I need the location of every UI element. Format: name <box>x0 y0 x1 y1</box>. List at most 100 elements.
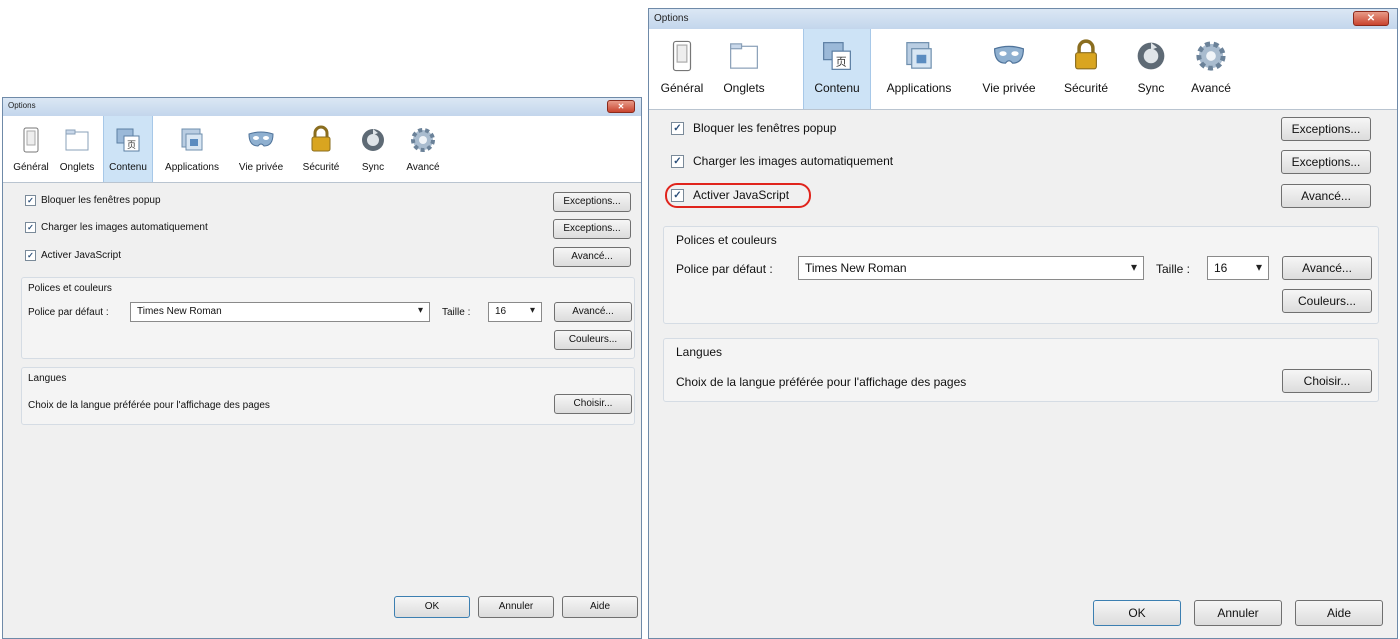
javascript-advanced-button[interactable]: Avancé... <box>553 247 631 267</box>
tab-vie-privee[interactable]: Vie privée <box>231 116 291 182</box>
tabs-icon <box>730 43 758 69</box>
default-font-label: Police par défaut : <box>676 262 773 276</box>
size-label: Taille : <box>1156 262 1191 276</box>
chevron-down-icon: ▾ <box>1130 260 1137 274</box>
images-exceptions-button[interactable]: Exceptions... <box>553 219 631 239</box>
images-label: Charger les images automatiquement <box>693 154 894 168</box>
row-popup: ✓ Bloquer les fenêtres popup Exceptions.… <box>3 192 641 212</box>
tab-sync[interactable]: Sync <box>1127 29 1175 109</box>
font-size-select[interactable]: 16 ▾ <box>488 302 542 322</box>
fonts-colors-group: Polices et couleurs Police par défaut : … <box>663 226 1379 324</box>
window-title: Options <box>8 101 36 110</box>
pane-toolbar: Général Onglets 页 Contenu Applications V… <box>3 116 641 183</box>
row-popup: ✓ Bloquer les fenêtres popup Exceptions.… <box>649 117 1397 141</box>
choose-language-button[interactable]: Choisir... <box>1282 369 1372 393</box>
chevron-down-icon: ▾ <box>529 305 535 316</box>
colors-button[interactable]: Couleurs... <box>1282 289 1372 313</box>
privacy-mask-icon <box>248 131 274 147</box>
tabs-icon <box>65 129 89 151</box>
fonts-advanced-button[interactable]: Avancé... <box>554 302 632 322</box>
tab-general[interactable]: Général <box>9 116 53 182</box>
languages-group: Langues Choix de la langue préférée pour… <box>21 367 635 425</box>
applications-icon <box>906 42 932 69</box>
cancel-button[interactable]: Annuler <box>1194 600 1282 626</box>
font-size-select[interactable]: 16 ▾ <box>1207 256 1269 280</box>
help-button[interactable]: Aide <box>1295 600 1383 626</box>
title-bar: Options ✕ <box>3 98 641 116</box>
popup-checkbox[interactable]: ✓ <box>671 122 684 135</box>
row-images: ✓ Charger les images automatiquement Exc… <box>3 219 641 239</box>
javascript-label: Activer JavaScript <box>41 250 122 261</box>
default-font-select[interactable]: Times New Roman ▾ <box>798 256 1144 280</box>
content-icon: 页 <box>116 128 140 152</box>
tab-vie-privee[interactable]: Vie privée <box>971 29 1047 109</box>
javascript-advanced-button[interactable]: Avancé... <box>1281 184 1371 208</box>
tab-avance[interactable]: Avancé <box>399 116 447 182</box>
images-exceptions-button[interactable]: Exceptions... <box>1281 150 1371 174</box>
popup-label: Bloquer les fenêtres popup <box>693 121 837 135</box>
popup-exceptions-button[interactable]: Exceptions... <box>1281 117 1371 141</box>
images-checkbox[interactable]: ✓ <box>25 222 36 233</box>
popup-checkbox[interactable]: ✓ <box>25 195 36 206</box>
content-pane: ✓ Bloquer les fenêtres popup Exceptions.… <box>3 183 641 638</box>
languages-description: Choix de la langue préférée pour l'affic… <box>28 400 270 411</box>
sync-icon <box>362 129 384 151</box>
general-icon <box>672 40 692 72</box>
content-icon: 页 <box>823 42 851 70</box>
languages-group: Langues Choix de la langue préférée pour… <box>663 338 1379 402</box>
gear-icon <box>1196 41 1226 71</box>
fonts-group-title: Polices et couleurs <box>676 233 777 247</box>
tab-applications[interactable]: Applications <box>873 29 965 109</box>
tab-avance[interactable]: Avancé <box>1181 29 1241 109</box>
security-lock-icon <box>1075 39 1097 70</box>
sync-icon <box>1137 42 1165 70</box>
close-button[interactable]: ✕ <box>1353 11 1389 26</box>
svg-text:页: 页 <box>836 57 847 69</box>
title-bar: Options ✕ <box>649 9 1397 29</box>
row-javascript: ✓ Activer JavaScript Avancé... <box>649 183 1397 208</box>
security-lock-icon <box>311 125 331 152</box>
tab-securite[interactable]: Sécurité <box>295 116 347 182</box>
row-images: ✓ Charger les images automatiquement Exc… <box>649 150 1397 174</box>
ok-button[interactable]: OK <box>394 596 470 618</box>
popup-label: Bloquer les fenêtres popup <box>41 195 161 206</box>
content-pane: ✓ Bloquer les fenêtres popup Exceptions.… <box>649 110 1397 638</box>
chevron-down-icon: ▾ <box>417 305 423 316</box>
javascript-checkbox[interactable]: ✓ <box>671 189 684 202</box>
pane-toolbar: Général Onglets 页 Contenu Applications V… <box>649 29 1397 110</box>
choose-language-button[interactable]: Choisir... <box>554 394 632 414</box>
images-label: Charger les images automatiquement <box>41 222 208 233</box>
popup-exceptions-button[interactable]: Exceptions... <box>553 192 631 212</box>
tab-general[interactable]: Général <box>653 29 711 109</box>
help-button[interactable]: Aide <box>562 596 638 618</box>
tab-onglets[interactable]: Onglets <box>713 29 775 109</box>
ok-button[interactable]: OK <box>1093 600 1181 626</box>
chevron-down-icon: ▾ <box>1255 260 1262 274</box>
languages-description: Choix de la langue préférée pour l'affic… <box>676 375 967 389</box>
tab-contenu[interactable]: 页 Contenu <box>103 116 153 182</box>
fonts-advanced-button[interactable]: Avancé... <box>1282 256 1372 280</box>
privacy-mask-icon <box>993 45 1025 64</box>
fonts-colors-group: Polices et couleurs Police par défaut : … <box>21 277 635 359</box>
default-font-label: Police par défaut : <box>28 307 109 318</box>
tab-sync[interactable]: Sync <box>351 116 395 182</box>
javascript-label: Activer JavaScript <box>693 188 790 202</box>
gear-icon <box>411 128 435 152</box>
tab-securite[interactable]: Sécurité <box>1053 29 1119 109</box>
window-title: Options <box>654 13 689 24</box>
images-checkbox[interactable]: ✓ <box>671 155 684 168</box>
options-window-small: Options ✕ Général Onglets 页 Contenu Appl… <box>2 97 642 639</box>
tab-applications[interactable]: Applications <box>157 116 227 182</box>
general-icon <box>23 127 39 153</box>
close-button[interactable]: ✕ <box>607 100 635 113</box>
cancel-button[interactable]: Annuler <box>478 596 554 618</box>
fonts-group-title: Polices et couleurs <box>28 283 112 294</box>
options-window-large: Options ✕ Général Onglets 页 Contenu Appl… <box>648 8 1398 639</box>
javascript-checkbox[interactable]: ✓ <box>25 250 36 261</box>
tab-onglets[interactable]: Onglets <box>55 116 99 182</box>
default-font-select[interactable]: Times New Roman ▾ <box>130 302 430 322</box>
tab-contenu[interactable]: 页 Contenu <box>803 29 871 109</box>
languages-group-title: Langues <box>676 345 723 359</box>
colors-button[interactable]: Couleurs... <box>554 330 632 350</box>
svg-text:页: 页 <box>127 140 136 150</box>
